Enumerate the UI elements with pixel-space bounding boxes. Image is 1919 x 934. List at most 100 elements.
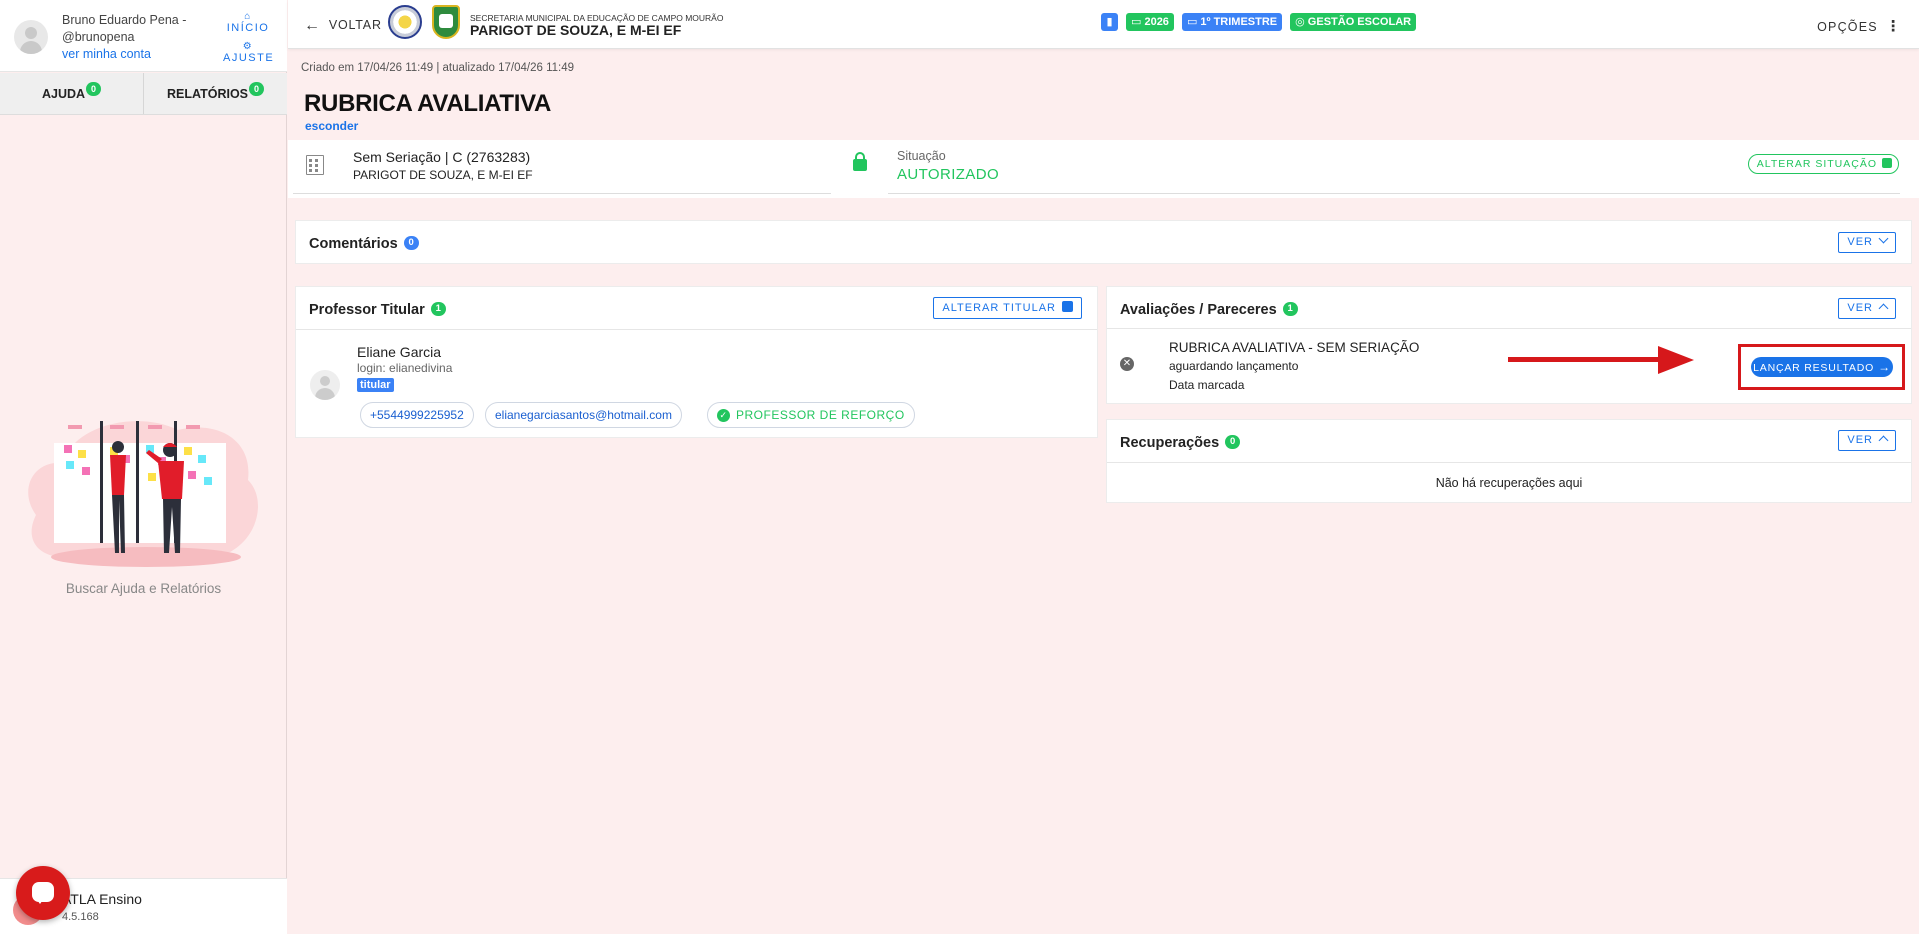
recoveries-count: 0 (1225, 435, 1241, 449)
tab-reports-label: RELATÓRIOS (166, 86, 249, 101)
year-badge-label: 2026 (1144, 16, 1169, 28)
teacher-avatar (310, 370, 340, 400)
home-button[interactable]: ⌂ INÍCIO (223, 11, 273, 35)
help-search-text[interactable]: Buscar Ajuda e Relatórios (0, 581, 287, 596)
divider (1107, 328, 1911, 329)
evaluations-ver-button[interactable]: VER (1838, 298, 1896, 319)
more-vertical-icon: ⋮ (1885, 18, 1902, 35)
comments-card: Comentários 0 VER (295, 220, 1912, 264)
divider (293, 193, 831, 194)
launch-result-label: LANÇAR RESULTADO (1753, 362, 1875, 374)
divider (1107, 462, 1911, 463)
comments-ver-button[interactable]: VER (1838, 232, 1896, 253)
chart-icon[interactable]: ▮ (1101, 13, 1118, 31)
chevron-up-icon (1878, 303, 1889, 314)
options-label: OPÇÕES (1817, 20, 1878, 34)
info-row: Sem Seriação | C (2763283) PARIGOT DE SO… (288, 140, 1919, 198)
change-teacher-label: ALTERAR TITULAR (942, 302, 1056, 314)
evaluations-title: Avaliações / Pareceres 1 (1120, 302, 1298, 319)
secretaria-logo (388, 5, 422, 39)
app-version: 4.5.168 (62, 911, 99, 923)
settings-button[interactable]: ⚙ AJUSTE (223, 41, 275, 65)
tab-help[interactable]: AJUDA 0 (0, 73, 143, 114)
divider (296, 329, 1097, 330)
comments-title: Comentários 0 (309, 236, 419, 253)
arrow-right-icon: → (1878, 360, 1891, 374)
comments-ver-label: VER (1847, 236, 1873, 248)
teacher-role-tag: titular (357, 378, 394, 392)
context-badges: ▮ ▭ 2026 ▭ 1º TRIMESTRE ◎ GESTÃO ESCOLAR (1101, 13, 1417, 31)
recoveries-ver-button[interactable]: VER (1838, 430, 1896, 451)
main-content: ← VOLTAR SECRETARIA MUNICIPAL DA EDUCAÇÃO… (288, 0, 1919, 934)
term-badge[interactable]: ▭ 1º TRIMESTRE (1181, 13, 1283, 31)
year-badge[interactable]: ▭ 2026 (1126, 13, 1174, 31)
teacher-title-text: Professor Titular (309, 302, 425, 318)
user-avatar[interactable] (14, 20, 48, 54)
close-circle-icon[interactable]: ✕ (1120, 357, 1134, 371)
help-illustration (28, 421, 259, 567)
role-chip[interactable]: ✓ PROFESSOR DE REFORÇO (707, 402, 915, 428)
city-crest-logo (432, 5, 460, 39)
teacher-count: 1 (430, 302, 446, 316)
user-name: Bruno Eduardo Pena - @brunopena (62, 13, 187, 44)
school-name: PARIGOT DE SOUZA, E M-EI EF (353, 168, 533, 182)
chevron-up-icon (1878, 435, 1889, 446)
gear-icon: ⚙ (242, 41, 254, 52)
annotation-arrow-icon (1508, 346, 1694, 374)
role-chip-label: PROFESSOR DE REFORÇO (736, 408, 905, 422)
edit-icon (1062, 301, 1073, 312)
change-teacher-button[interactable]: ALTERAR TITULAR (933, 297, 1082, 319)
chat-icon (32, 882, 54, 904)
home-icon: ⌂ (244, 11, 252, 22)
tab-help-count: 0 (86, 81, 102, 96)
teacher-card: Professor Titular 1 ALTERAR TITULAR Elia… (295, 286, 1098, 438)
org-title: PARIGOT DE SOUZA, E M-EI EF (470, 22, 682, 38)
status-value: AUTORIZADO (897, 166, 1000, 183)
teacher-title: Professor Titular 1 (309, 302, 446, 319)
check-circle-icon: ✓ (717, 409, 730, 422)
chevron-down-icon (1878, 233, 1889, 244)
lock-icon (853, 152, 867, 171)
app-brand: ATLA Ensino (62, 891, 142, 907)
back-button[interactable]: ← VOLTAR (304, 16, 382, 34)
status-label: Situação (897, 149, 946, 163)
evaluation-item-title: RUBRICA AVALIATIVA - SEM SERIAÇÃO (1169, 340, 1420, 355)
recoveries-ver-label: VER (1847, 434, 1873, 446)
evaluation-item-status: aguardando lançamento (1169, 359, 1299, 373)
evaluations-title-text: Avaliações / Pareceres (1120, 302, 1277, 318)
arrow-left-icon: ← (304, 17, 321, 34)
recoveries-title-text: Recuperações (1120, 435, 1220, 451)
hide-link[interactable]: esconder (305, 119, 358, 133)
evaluations-count: 1 (1282, 302, 1298, 316)
top-bar: ← VOLTAR SECRETARIA MUNICIPAL DA EDUCAÇÃO… (288, 0, 1919, 49)
recoveries-title: Recuperações 0 (1120, 435, 1241, 452)
sidebar-tabs: AJUDA 0 RELATÓRIOS 0 (0, 73, 287, 115)
evaluation-item-date: Data marcada (1169, 378, 1245, 392)
settings-label: AJUSTE (223, 52, 275, 64)
email-chip[interactable]: elianegarciasantos@hotmail.com (485, 402, 682, 428)
teacher-login: login: elianedivina (357, 361, 453, 375)
building-icon (306, 155, 324, 175)
mode-badge[interactable]: ◎ GESTÃO ESCOLAR (1290, 13, 1417, 31)
term-badge-label: 1º TRIMESTRE (1200, 16, 1278, 28)
teacher-name: Eliane Garcia (357, 344, 442, 360)
back-label: VOLTAR (328, 18, 382, 32)
phone-chip[interactable]: +5544999225952 (360, 402, 474, 428)
tab-help-label: AJUDA (41, 86, 86, 101)
edit-icon (1882, 158, 1892, 168)
class-name: Sem Seriação | C (2763283) (353, 149, 531, 165)
user-panel: Bruno Eduardo Pena - @brunopena ver minh… (0, 0, 287, 72)
change-status-button[interactable]: ALTERAR SITUAÇÃO (1747, 154, 1899, 174)
options-menu[interactable]: OPÇÕES ⋮ (1817, 17, 1902, 35)
tab-reports[interactable]: RELATÓRIOS 0 (143, 73, 287, 114)
my-account-link[interactable]: ver minha conta (62, 47, 151, 61)
chat-button[interactable] (16, 866, 70, 920)
comments-title-text: Comentários (309, 236, 398, 252)
sidebar: Bruno Eduardo Pena - @brunopena ver minh… (0, 0, 287, 934)
mode-badge-label: GESTÃO ESCOLAR (1307, 16, 1412, 28)
empty-state-text: Não há recuperações aqui (1435, 476, 1583, 490)
change-status-label: ALTERAR SITUAÇÃO (1756, 158, 1877, 170)
evaluations-card: Avaliações / Pareceres 1 VER ✕ RUBRICA A… (1106, 286, 1912, 404)
launch-result-button[interactable]: LANÇAR RESULTADO → (1751, 357, 1893, 377)
tab-reports-count: 0 (249, 81, 265, 96)
